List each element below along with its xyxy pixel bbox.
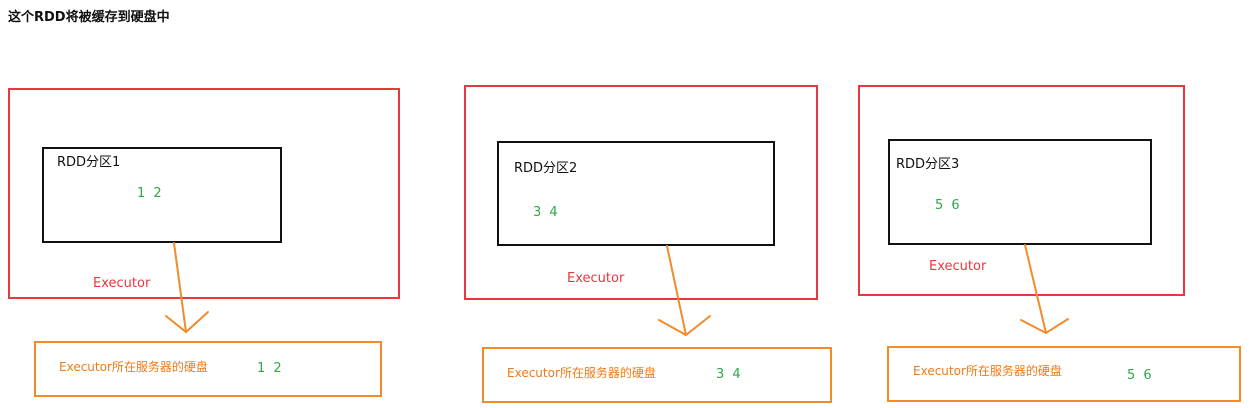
arrow-3 <box>1020 244 1069 335</box>
arrows-layer <box>165 242 1069 337</box>
arrow-1 <box>165 242 209 334</box>
arrow-2 <box>658 245 711 337</box>
